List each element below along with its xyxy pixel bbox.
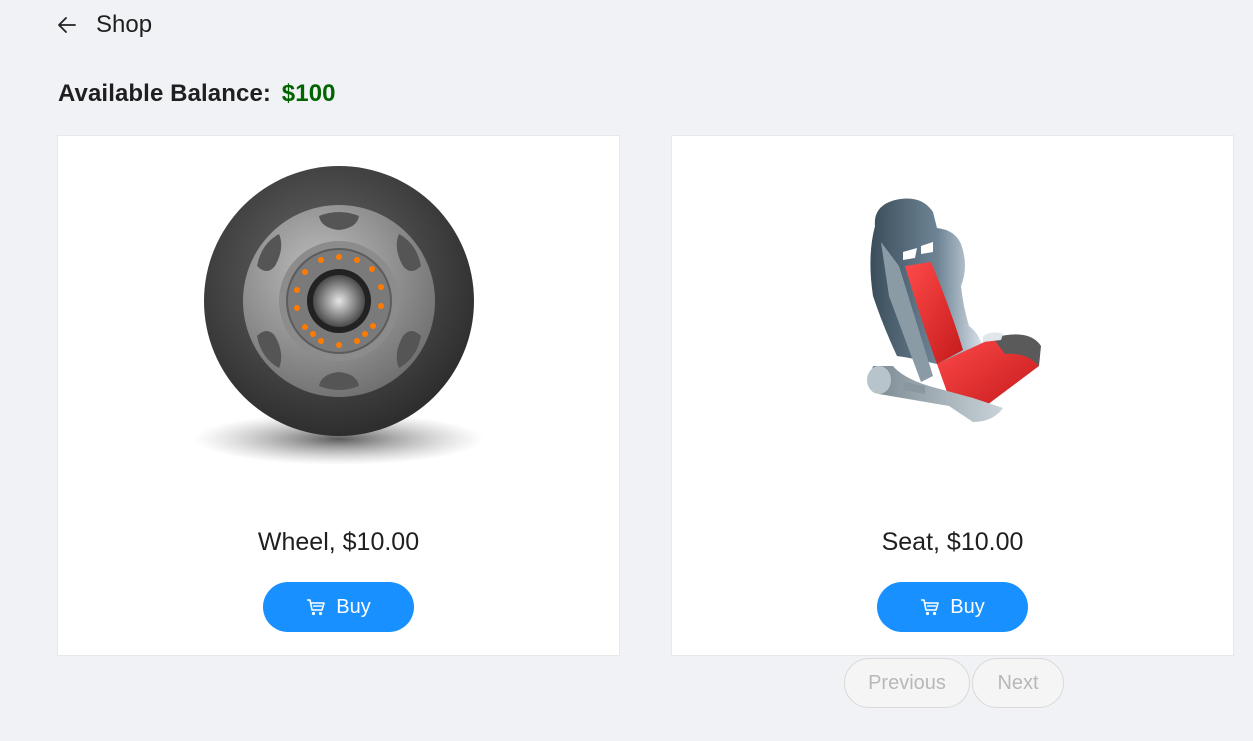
buy-label: Buy [336,595,371,618]
pagination: Previous Next [844,658,1064,708]
page-title: Shop [96,11,153,38]
arrow-left-icon [58,17,76,33]
buy-button-seat[interactable]: Buy [877,582,1028,632]
product-image-wheel [58,136,619,496]
next-button[interactable]: Next [972,658,1064,708]
buy-label: Buy [950,595,985,618]
back-button[interactable] [56,14,78,36]
available-balance: Available Balance: $100 [58,80,336,108]
product-image-seat [672,136,1233,496]
balance-amount: $100 [281,80,336,107]
product-card-seat: Seat, $10.00 Buy [671,135,1234,656]
previous-button[interactable]: Previous [844,658,970,708]
page-header: Shop [56,8,152,42]
product-card-wheel: Wheel, $10.00 Buy [57,135,620,656]
buy-button-wheel[interactable]: Buy [263,582,414,632]
shopping-cart-icon [920,597,940,617]
shopping-cart-icon [306,597,326,617]
balance-label: Available Balance: [58,80,272,107]
product-caption: Seat, $10.00 [881,528,1024,556]
product-caption: Wheel, $10.00 [257,528,420,556]
